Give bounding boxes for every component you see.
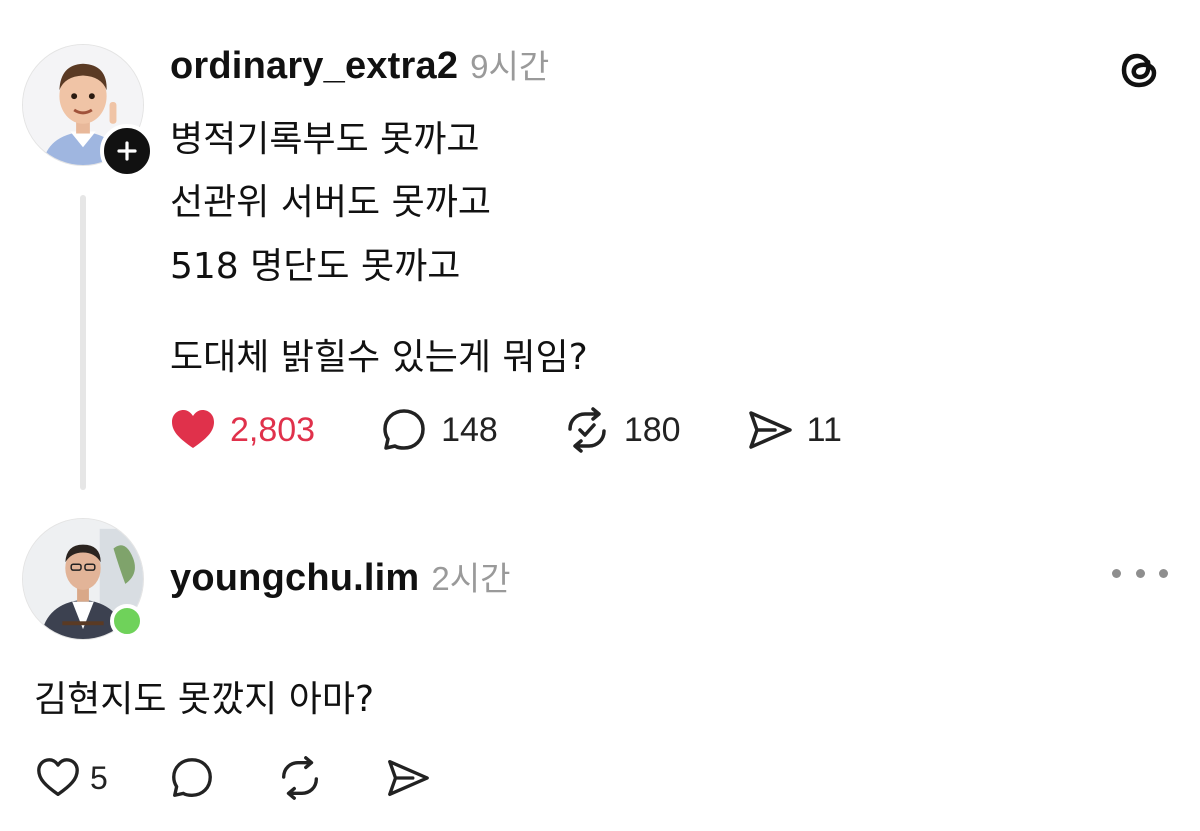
post-text-line: 선관위 서버도 못까고: [170, 182, 491, 223]
comment-button[interactable]: 148: [379, 405, 498, 455]
share-button[interactable]: 11: [745, 405, 842, 455]
post-username[interactable]: ordinary_extra2: [170, 45, 458, 88]
post-timestamp: 9시간: [470, 48, 550, 85]
heart-icon: [172, 410, 214, 448]
repost-count: 180: [623, 410, 681, 449]
thread-connector-line: [80, 195, 86, 490]
comment-icon: [383, 409, 425, 450]
reply-post: youngchu.lim 2시간 김현지도 못깠지 아마? 5: [0, 500, 1200, 831]
like-count: 2,803: [230, 410, 316, 449]
reply-like-button[interactable]: 5: [34, 754, 108, 802]
post-text-line: 518 명단도 못까고: [170, 246, 461, 287]
reply-timestamp: 2시간: [431, 560, 511, 597]
repost-button[interactable]: 180: [562, 405, 681, 455]
reply-like-count: 5: [90, 759, 108, 796]
reply-username[interactable]: youngchu.lim: [170, 557, 419, 600]
like-button[interactable]: 2,803: [168, 405, 315, 455]
share-count: 11: [806, 410, 842, 449]
repost-icon: [568, 407, 606, 453]
post-action-bar: 2,803 148 180 11: [168, 404, 906, 456]
more-icon: [1159, 568, 1168, 578]
post-header: ordinary_extra2 9시간: [170, 40, 549, 90]
threads-logo-icon[interactable]: [1116, 46, 1164, 94]
reply-header: youngchu.lim 2시간: [170, 552, 510, 602]
more-options-button[interactable]: [1112, 558, 1168, 588]
repost-icon: [281, 756, 318, 800]
reply-text: 김현지도 못깠지 아마?: [34, 679, 375, 720]
comment-icon: [171, 758, 212, 797]
online-status-indicator: [110, 604, 144, 638]
post-text-line: 도대체 밝힐수 있는게 뭐임?: [170, 337, 588, 378]
reply-repost-button[interactable]: [276, 754, 324, 802]
thread-post: ordinary_extra2 9시간 병적기록부도 못까고 선관위 서버도 못…: [0, 0, 1200, 500]
comment-count: 148: [441, 410, 498, 449]
follow-plus-button[interactable]: [100, 124, 154, 178]
plus-icon: [117, 141, 137, 161]
reply-comment-button[interactable]: [168, 754, 216, 802]
share-icon: [387, 760, 429, 796]
reply-share-button[interactable]: [384, 754, 432, 802]
more-icon: [1135, 568, 1145, 578]
reply-action-bar: 5: [34, 752, 492, 804]
post-text-line: 병적기록부도 못까고: [170, 119, 480, 160]
more-icon: [1112, 568, 1121, 578]
share-icon: [748, 411, 792, 449]
heart-icon: [37, 758, 79, 796]
